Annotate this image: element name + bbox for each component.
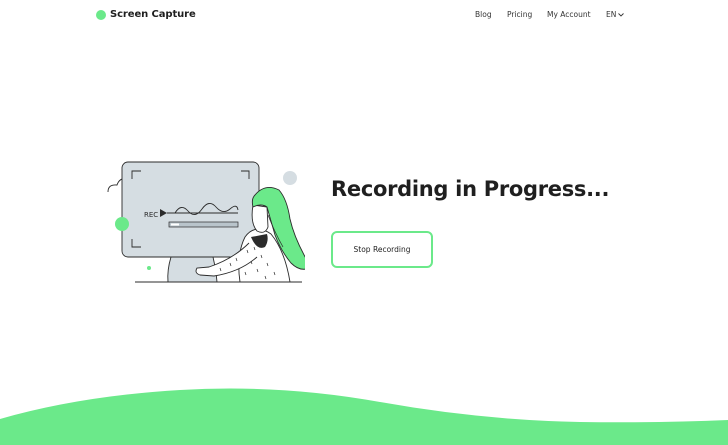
chevron-down-icon xyxy=(618,12,625,17)
green-dot-small xyxy=(147,266,151,270)
monitor-screen xyxy=(121,161,260,258)
nav-link-pricing[interactable]: Pricing xyxy=(507,10,532,19)
gray-dot xyxy=(283,171,297,185)
progress-bar xyxy=(168,221,239,228)
rec-label: REC xyxy=(144,211,158,219)
recording-illustration: REC xyxy=(107,161,305,283)
green-dot-large xyxy=(115,217,129,231)
stop-recording-button[interactable]: Stop Recording xyxy=(331,231,433,268)
main-nav: Blog Pricing My Account EN xyxy=(0,10,728,22)
nav-link-blog[interactable]: Blog xyxy=(475,10,492,19)
bottom-wave xyxy=(0,388,728,445)
language-selector[interactable]: EN xyxy=(606,10,625,19)
page-title: Recording in Progress... xyxy=(331,177,610,201)
nav-link-my-account[interactable]: My Account xyxy=(547,10,591,19)
language-label: EN xyxy=(606,10,617,19)
page: Screen Capture Blog Pricing My Account E… xyxy=(0,0,728,445)
site-header: Screen Capture Blog Pricing My Account E… xyxy=(0,0,728,30)
